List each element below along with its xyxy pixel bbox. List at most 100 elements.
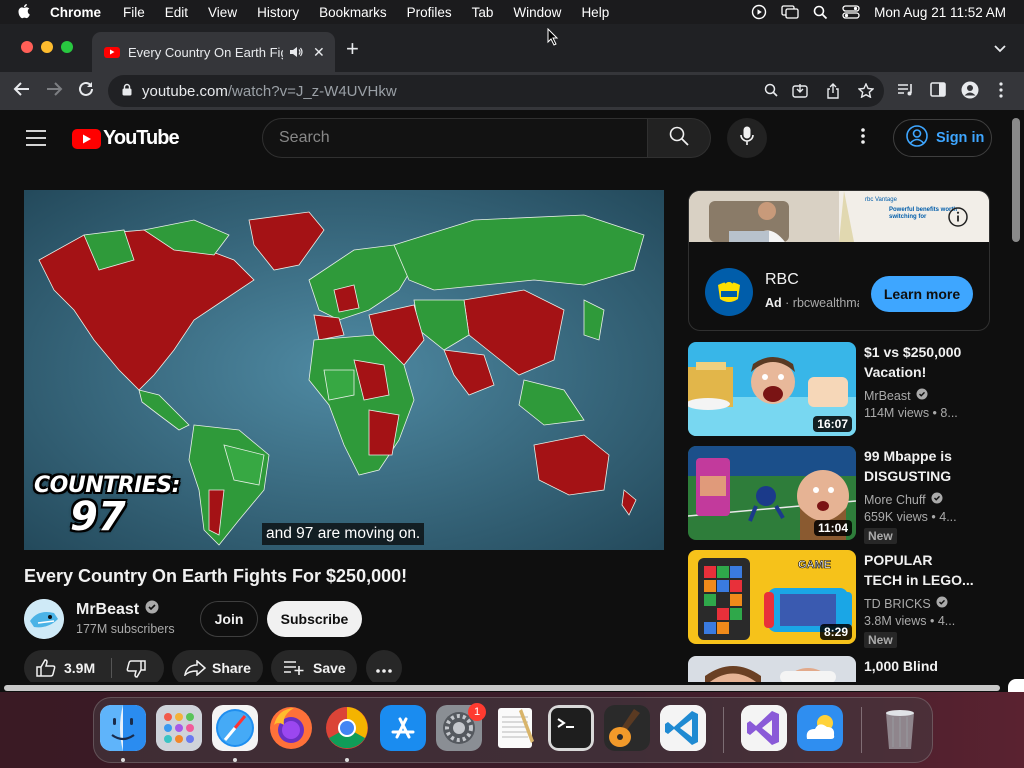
recommended-video[interactable]: GAME 8:29 POPULAR TECH in LEGO... TD BRI… [688,550,988,648]
tab-audio-icon[interactable] [289,46,303,58]
tab-title: Every Country On Earth Fights For $250,0… [128,44,283,60]
sign-in-button[interactable]: Sign in [893,119,992,157]
like-thumb-icon[interactable] [36,659,56,680]
tab-search-chevron-icon[interactable] [994,40,1006,58]
recommended-title[interactable]: $1 vs $250,000 Vacation! [864,342,974,382]
launchpad-icon[interactable] [156,705,202,751]
recommended-channel[interactable]: TD BRICKS [864,596,948,611]
terminal-icon[interactable] [548,705,594,751]
subscriber-count: 177M subscribers [76,622,175,636]
media-controls-icon[interactable] [897,83,915,102]
browser-tab[interactable]: Every Country On Earth Fights For $250,0… [92,32,335,72]
menu-profiles[interactable]: Profiles [407,5,452,20]
video-thumbnail[interactable]: 16:07 [688,342,856,436]
sponsored-ad-card[interactable]: rbc Vantage Powerful benefits worth swit… [688,190,990,331]
menubar-clock[interactable]: Mon Aug 21 11:52 AM [874,5,1006,20]
recommended-title[interactable]: POPULAR TECH in LEGO... [864,550,974,590]
recommended-channel[interactable]: More Chuff [864,492,943,507]
window-close-button[interactable] [21,41,33,53]
address-bar[interactable]: youtube.com/watch?v=J_z-W4UVHkw [108,75,884,107]
subscribe-button[interactable]: Subscribe [267,601,362,637]
back-arrow-icon[interactable] [13,80,31,103]
channel-name[interactable]: MrBeast [76,600,159,619]
recommended-channel-label: TD BRICKS [864,596,931,611]
apple-menu-icon[interactable] [18,4,36,20]
garageband-icon[interactable] [604,705,650,751]
chrome-menu-kebab-icon[interactable] [999,82,1003,103]
app-store-icon[interactable] [380,705,426,751]
ad-info-icon[interactable] [948,207,968,232]
profile-avatar-icon[interactable] [961,81,979,104]
side-panel-icon[interactable] [930,82,946,102]
verified-badge-icon [931,492,943,507]
menu-app-name[interactable]: Chrome [50,5,101,20]
recommended-channel[interactable]: MrBeast [864,388,928,403]
add-to-playlist-icon [283,660,305,679]
recommended-video[interactable]: 1,000 Blind [688,656,988,682]
ad-banner-image[interactable]: rbc Vantage Powerful benefits worth swit… [689,191,989,242]
recommended-video[interactable]: 11:04 99 Mbappe is DISGUSTING More Chuff… [688,446,988,544]
firefox-icon[interactable] [268,705,314,751]
chrome-icon[interactable] [324,705,370,751]
menu-help[interactable]: Help [581,5,609,20]
safari-icon[interactable] [212,705,258,751]
search-input[interactable]: Search [262,118,648,158]
video-player[interactable]: COUNTRIES: 97 and 97 are moving on. [24,190,664,550]
screen-mirroring-icon[interactable] [781,4,799,20]
window-zoom-button[interactable] [61,41,73,53]
learn-more-button[interactable]: Learn more [871,276,973,312]
share-page-icon[interactable] [826,83,840,103]
url-path: /watch?v=J_z-W4UVHkw [227,82,397,100]
vscode-icon[interactable] [660,705,706,751]
youtube-play-logo-icon [72,128,101,149]
menu-bookmarks[interactable]: Bookmarks [319,5,387,20]
search-button[interactable] [647,118,711,158]
spotlight-search-icon[interactable] [813,5,828,20]
video-thumbnail[interactable] [688,656,856,682]
guide-menu-icon[interactable] [26,130,46,151]
recommended-title[interactable]: 1,000 Blind [864,656,974,676]
recommended-video[interactable]: 16:07 $1 vs $250,000 Vacation! MrBeast 1… [688,342,988,436]
join-button[interactable]: Join [200,601,258,637]
menu-edit[interactable]: Edit [165,5,188,20]
rbc-logo[interactable] [705,268,753,316]
install-app-icon[interactable] [792,83,808,102]
reload-icon[interactable] [77,80,95,103]
video-thumbnail[interactable]: 11:04 [688,446,856,540]
recommended-title[interactable]: 99 Mbappe is DISGUSTING [864,446,974,486]
finder-icon[interactable] [100,705,146,751]
voice-search-button[interactable] [727,118,767,158]
youtube-logo[interactable]: YouTube [72,127,180,150]
channel-avatar[interactable] [24,599,64,639]
page-scrollbar-thumb[interactable] [1012,118,1020,242]
window-minimize-button[interactable] [41,41,53,53]
menu-view[interactable]: View [208,5,237,20]
horizontal-scrollbar[interactable] [4,685,1000,691]
weather-icon[interactable] [797,705,843,751]
new-tab-button[interactable]: + [346,38,359,60]
lock-icon[interactable] [122,83,132,100]
bookmark-star-icon[interactable] [857,82,875,102]
dislike-thumb-icon[interactable] [126,660,146,681]
menu-tab[interactable]: Tab [472,5,494,20]
media-play-icon[interactable] [751,4,767,20]
control-center-icon[interactable] [842,5,860,19]
settings-kebab-icon[interactable] [861,128,865,149]
like-dislike-group: 3.9M [24,650,164,682]
textedit-icon[interactable] [492,705,538,751]
forward-arrow-icon[interactable] [45,80,63,103]
share-button[interactable]: Share [172,650,263,682]
trash-icon[interactable] [877,705,923,751]
visual-studio-icon[interactable] [741,705,787,751]
like-count[interactable]: 3.9M [64,660,95,676]
video-title: Every Country On Earth Fights For $250,0… [24,566,408,586]
more-actions-button[interactable] [366,650,402,682]
zoom-search-icon[interactable] [764,83,778,101]
video-thumbnail[interactable]: GAME 8:29 [688,550,856,644]
tab-close-icon[interactable]: ✕ [313,44,325,61]
menu-file[interactable]: File [123,5,145,20]
chrome-toolbar: youtube.com/watch?v=J_z-W4UVHkw [0,72,1024,110]
save-button[interactable]: Save [271,650,357,682]
menu-window[interactable]: Window [513,5,561,20]
menu-history[interactable]: History [257,5,299,20]
